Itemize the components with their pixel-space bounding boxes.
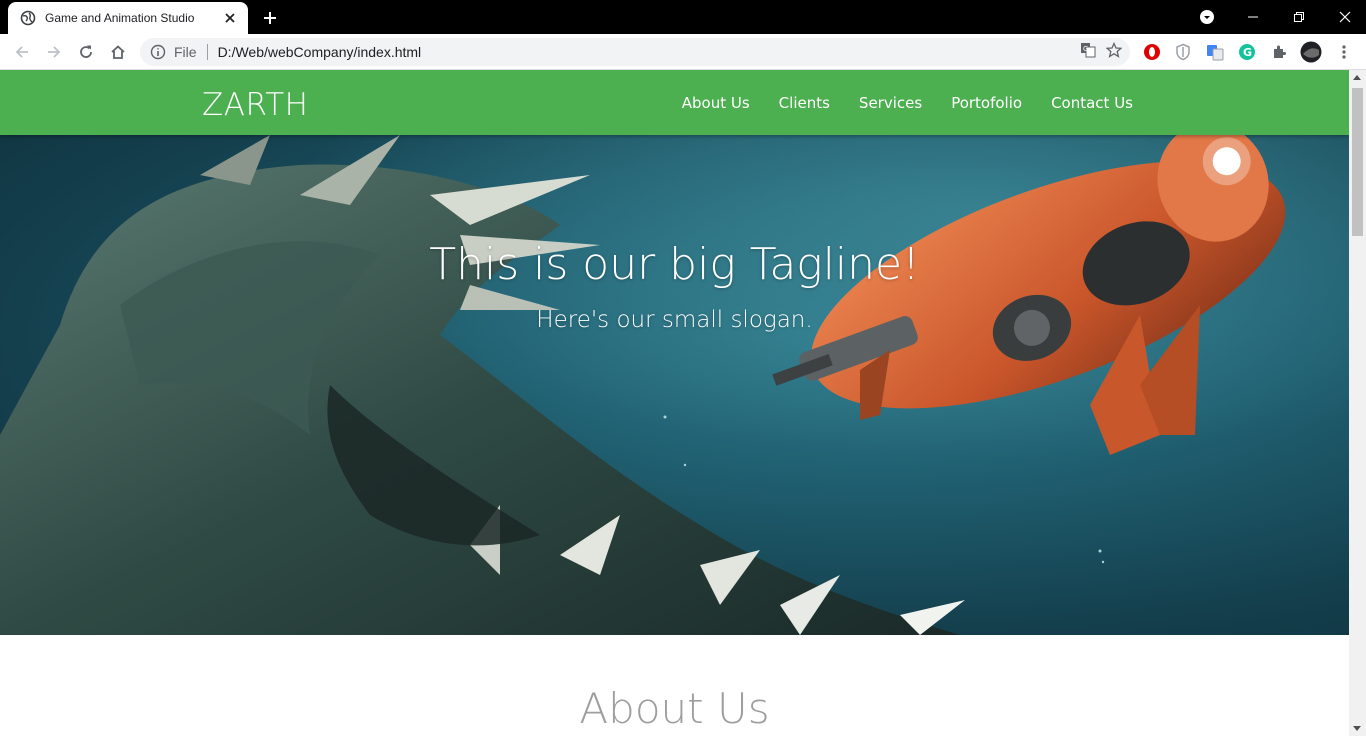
home-icon[interactable]: [104, 38, 132, 66]
scroll-up-arrow-icon[interactable]: [1353, 75, 1361, 80]
translate-icon[interactable]: G: [1080, 42, 1096, 63]
hero-tagline: This is our big Tagline!: [429, 239, 920, 290]
tab-title: Game and Animation Studio: [45, 11, 195, 25]
browser-tab[interactable]: Game and Animation Studio: [8, 2, 248, 34]
shield-extension-icon[interactable]: [1172, 41, 1194, 63]
tab-search-icon[interactable]: [1184, 1, 1230, 33]
puzzle-extensions-icon[interactable]: [1268, 41, 1290, 63]
nav-menu: About Us Clients Services Portofolio Con…: [682, 70, 1133, 135]
browser-menu-icon[interactable]: [1333, 41, 1355, 63]
brand-logo[interactable]: ZARTH: [202, 87, 308, 123]
profile-avatar-icon[interactable]: [1300, 41, 1322, 63]
restore-icon[interactable]: [1276, 1, 1322, 33]
bookmark-star-icon[interactable]: [1105, 41, 1123, 63]
back-icon[interactable]: [8, 38, 36, 66]
hero-background-image: [0, 135, 1349, 635]
page-viewport: ZARTH About Us Clients Services Portofol…: [0, 70, 1349, 736]
address-bar[interactable]: File D:/Web/webCompany/index.html G: [140, 38, 1130, 66]
site-navbar: ZARTH About Us Clients Services Portofol…: [0, 70, 1349, 135]
opera-extension-icon[interactable]: [1141, 41, 1163, 63]
nav-link-clients[interactable]: Clients: [779, 94, 830, 112]
divider: [206, 44, 208, 60]
url-text[interactable]: D:/Web/webCompany/index.html: [218, 44, 1130, 60]
browser-tab-bar: Game and Animation Studio: [0, 0, 1366, 34]
nav-link-contact-us[interactable]: Contact Us: [1051, 94, 1133, 112]
page-scrollbar[interactable]: [1349, 70, 1366, 736]
reload-icon[interactable]: [72, 38, 100, 66]
url-scheme: File: [174, 44, 197, 60]
google-translate-extension-icon[interactable]: [1204, 41, 1226, 63]
forward-icon[interactable]: [40, 38, 68, 66]
close-window-icon[interactable]: [1322, 1, 1366, 33]
close-tab-icon[interactable]: [222, 10, 238, 26]
nav-link-portofolio[interactable]: Portofolio: [951, 94, 1022, 112]
hero-slogan: Here's our small slogan.: [536, 307, 813, 333]
nav-link-services[interactable]: Services: [859, 94, 922, 112]
info-icon[interactable]: [150, 44, 166, 60]
scroll-down-arrow-icon[interactable]: [1353, 726, 1361, 731]
scrollbar-thumb[interactable]: [1352, 88, 1363, 236]
nav-link-about-us[interactable]: About Us: [682, 94, 750, 112]
new-tab-icon[interactable]: [258, 6, 282, 30]
svg-text:G: G: [1083, 45, 1088, 53]
hero-banner: This is our big Tagline! Here's our smal…: [0, 135, 1349, 635]
grammarly-extension-icon[interactable]: G: [1236, 41, 1258, 63]
svg-text:G: G: [1243, 46, 1252, 59]
browser-toolbar: File D:/Web/webCompany/index.html G G: [0, 34, 1366, 70]
about-us-heading: About Us: [579, 684, 770, 733]
minimize-icon[interactable]: [1230, 1, 1276, 33]
omnibox-actions: G: [1080, 41, 1123, 63]
window-controls: [1184, 0, 1366, 34]
globe-icon: [20, 10, 36, 26]
